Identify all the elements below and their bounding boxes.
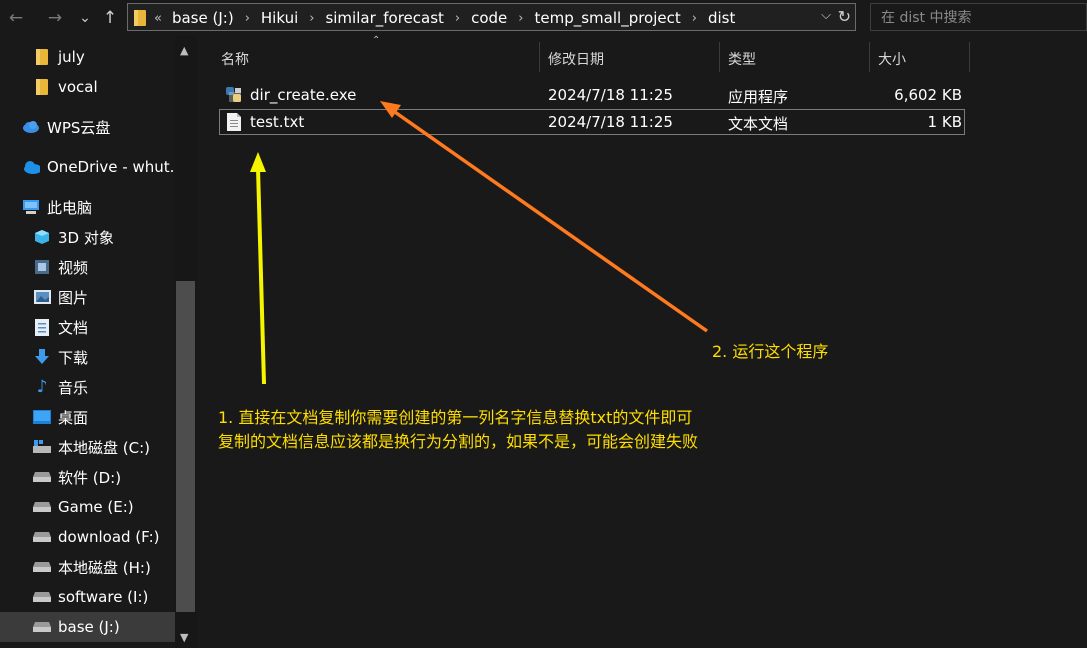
annotation-step-1-line-1: 1. 直接在文档复制你需要创建的第一列名字信息替换txt的文件即可 (218, 408, 693, 427)
annotation-step-1-line-2: 复制的文档信息应该都是换行为分割的，如果不是，可能会创建失败 (218, 432, 699, 451)
yellow-arrow (250, 152, 266, 385)
annotation-arrows (250, 101, 709, 385)
orange-arrow (380, 101, 709, 333)
annotation-step-2: 2. 运行这个程序 (712, 342, 829, 361)
